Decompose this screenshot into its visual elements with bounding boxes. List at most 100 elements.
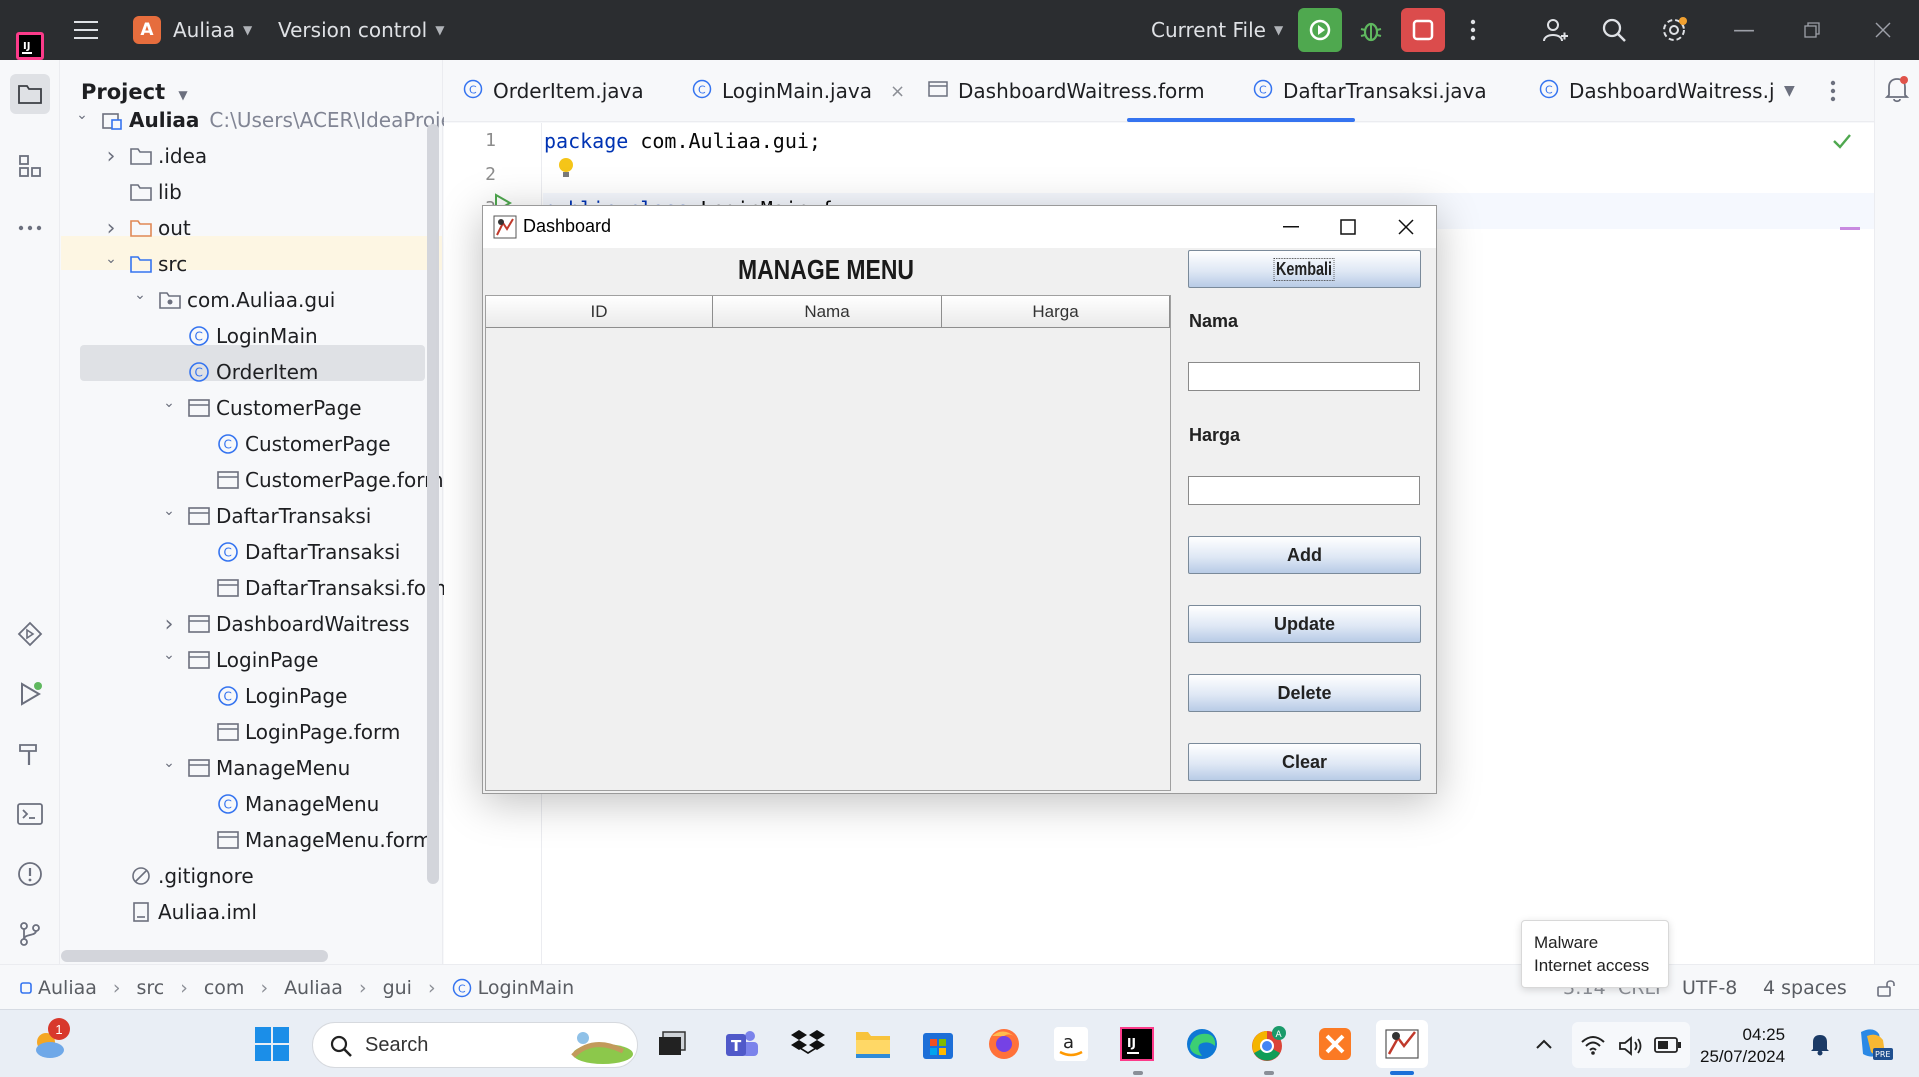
- lightbulb-icon[interactable]: [557, 156, 575, 184]
- tree-item[interactable]: ⌄ Auliaa C:\Users\ACER\IdeaProje: [73, 103, 453, 137]
- dropbox-app[interactable]: [786, 1022, 830, 1066]
- chevron-right-icon[interactable]: ›: [102, 144, 120, 169]
- tree-item[interactable]: Auliaa.iml: [102, 895, 257, 929]
- tab-loginmain-java[interactable]: C LoginMain.java ×: [692, 60, 905, 122]
- dashboard-title-bar[interactable]: Dashboard: [483, 206, 1436, 248]
- amazon-app[interactable]: a: [1049, 1022, 1093, 1066]
- tab-orderitem-java[interactable]: C OrderItem.java: [463, 60, 644, 122]
- terminal-tool-button[interactable]: [12, 796, 48, 832]
- chrome-app[interactable]: A: [1247, 1022, 1291, 1066]
- column-header-harga[interactable]: Harga: [942, 296, 1170, 328]
- project-switcher[interactable]: A Auliaa ▼: [133, 0, 252, 60]
- main-menu-button[interactable]: [74, 0, 98, 60]
- project-panel-header[interactable]: Project ▼: [81, 80, 188, 104]
- project-horizontal-scrollbar[interactable]: [61, 950, 328, 962]
- services-tool-button[interactable]: [12, 616, 48, 652]
- breadcrumb-item[interactable]: src: [137, 977, 165, 999]
- chevron-down-icon[interactable]: ⌄: [160, 395, 178, 411]
- tree-item[interactable]: LoginPage.form: [189, 715, 400, 749]
- tree-item[interactable]: ⌄ LoginPage: [160, 643, 318, 677]
- tab-daftartransaksi-java[interactable]: C DaftarTransaksi.java: [1253, 60, 1487, 122]
- tree-item[interactable]: › out: [102, 211, 191, 245]
- tab-dashboardwaitress-j[interactable]: C DashboardWaitress.j: [1539, 60, 1775, 122]
- settings-button[interactable]: [1660, 0, 1688, 60]
- tree-item[interactable]: C LoginMain: [160, 319, 318, 353]
- tree-item[interactable]: ManageMenu.form: [189, 823, 432, 857]
- close-tab-icon[interactable]: ×: [890, 81, 905, 102]
- menu-table[interactable]: ID Nama Harga: [485, 295, 1171, 791]
- problems-tool-button[interactable]: [12, 856, 48, 892]
- intellij-taskbar-app[interactable]: IJ: [1115, 1022, 1159, 1066]
- tree-item[interactable]: C LoginPage: [189, 679, 347, 713]
- java-app-taskbar[interactable]: [1376, 1020, 1428, 1068]
- notifications-button[interactable]: [1884, 75, 1910, 107]
- delete-button[interactable]: Delete: [1188, 674, 1421, 712]
- tree-item[interactable]: CustomerPage.form: [189, 463, 444, 497]
- tree-item[interactable]: C CustomerPage: [189, 427, 391, 461]
- system-tray-group[interactable]: [1572, 1022, 1690, 1068]
- git-tool-button[interactable]: [12, 916, 48, 952]
- run-button[interactable]: [1298, 8, 1342, 52]
- clear-button[interactable]: Clear: [1188, 743, 1421, 781]
- chevron-down-icon[interactable]: ⌄: [160, 755, 178, 771]
- chevron-down-icon[interactable]: ⌄: [160, 647, 178, 663]
- dashboard-close-button[interactable]: [1378, 206, 1434, 248]
- task-view-button[interactable]: [650, 1022, 694, 1066]
- dashboard-maximize-button[interactable]: [1320, 206, 1376, 248]
- tree-item[interactable]: C DaftarTransaksi: [189, 535, 400, 569]
- update-button[interactable]: Update: [1188, 605, 1421, 643]
- copilot-button[interactable]: PRE: [1851, 1022, 1895, 1066]
- file-encoding[interactable]: UTF-8: [1682, 965, 1737, 1010]
- start-button[interactable]: [250, 1022, 294, 1066]
- chevron-down-icon[interactable]: ⌄: [131, 287, 149, 303]
- firefox-app[interactable]: [982, 1022, 1026, 1066]
- close-window-button[interactable]: [1875, 0, 1891, 60]
- chevron-right-icon[interactable]: ›: [160, 612, 178, 637]
- notification-center-button[interactable]: [1798, 1022, 1842, 1066]
- tree-item[interactable]: ⌄ CustomerPage: [160, 391, 361, 425]
- harga-input[interactable]: [1188, 476, 1420, 505]
- teams-app[interactable]: T: [720, 1022, 764, 1066]
- version-control-menu[interactable]: Version control ▼: [278, 0, 444, 60]
- breadcrumb-item[interactable]: gui: [383, 977, 412, 999]
- build-tool-button[interactable]: [12, 736, 48, 772]
- taskbar-search[interactable]: Search: [312, 1022, 638, 1068]
- tab-dashboardwaitress-form[interactable]: DashboardWaitress.form: [928, 60, 1205, 122]
- more-actions-button[interactable]: [1470, 0, 1476, 60]
- column-header-nama[interactable]: Nama: [713, 296, 942, 328]
- xampp-app[interactable]: [1313, 1022, 1357, 1066]
- run-tool-button[interactable]: [12, 676, 48, 712]
- file-lock-button[interactable]: [1876, 965, 1896, 1010]
- tree-item[interactable]: › .idea: [102, 139, 208, 173]
- column-header-id[interactable]: ID: [486, 296, 713, 328]
- tab-actions-button[interactable]: [1830, 60, 1836, 122]
- indent-setting[interactable]: 4 spaces: [1763, 965, 1847, 1010]
- nama-input[interactable]: [1188, 362, 1420, 391]
- tree-item[interactable]: › DashboardWaitress: [160, 607, 410, 641]
- project-vertical-scrollbar[interactable]: [427, 124, 439, 884]
- chevron-right-icon[interactable]: ›: [102, 216, 120, 241]
- stop-button[interactable]: [1401, 8, 1445, 52]
- run-config-selector[interactable]: Current File ▼: [1151, 0, 1283, 60]
- restore-window-button[interactable]: [1804, 0, 1820, 60]
- more-tools-button[interactable]: [12, 210, 48, 246]
- breadcrumb-item[interactable]: com: [204, 977, 245, 999]
- tree-item[interactable]: C OrderItem: [160, 355, 318, 389]
- add-button[interactable]: Add: [1188, 536, 1421, 574]
- kembali-button[interactable]: Kembali: [1188, 250, 1421, 288]
- code-with-me-button[interactable]: [1541, 0, 1569, 60]
- debug-button[interactable]: [1358, 0, 1384, 60]
- chevron-down-icon[interactable]: ⌄: [73, 107, 91, 123]
- tab-list-dropdown[interactable]: ▼: [1784, 60, 1795, 122]
- tree-item[interactable]: ⌄ DaftarTransaksi: [160, 499, 371, 533]
- project-tool-button[interactable]: [10, 74, 50, 114]
- file-explorer-app[interactable]: [851, 1022, 895, 1066]
- tree-item[interactable]: lib: [102, 175, 182, 209]
- breadcrumb-item[interactable]: Auliaa: [38, 977, 97, 999]
- microsoft-store-app[interactable]: [916, 1022, 960, 1066]
- taskbar-clock[interactable]: 04:25 25/07/2024: [1700, 1024, 1785, 1068]
- tree-item[interactable]: ⌄ com.Auliaa.gui: [131, 283, 335, 317]
- search-everywhere-button[interactable]: [1601, 0, 1627, 60]
- tree-item[interactable]: ⌄ src: [102, 247, 187, 281]
- breadcrumb-item[interactable]: LoginMain: [478, 977, 575, 999]
